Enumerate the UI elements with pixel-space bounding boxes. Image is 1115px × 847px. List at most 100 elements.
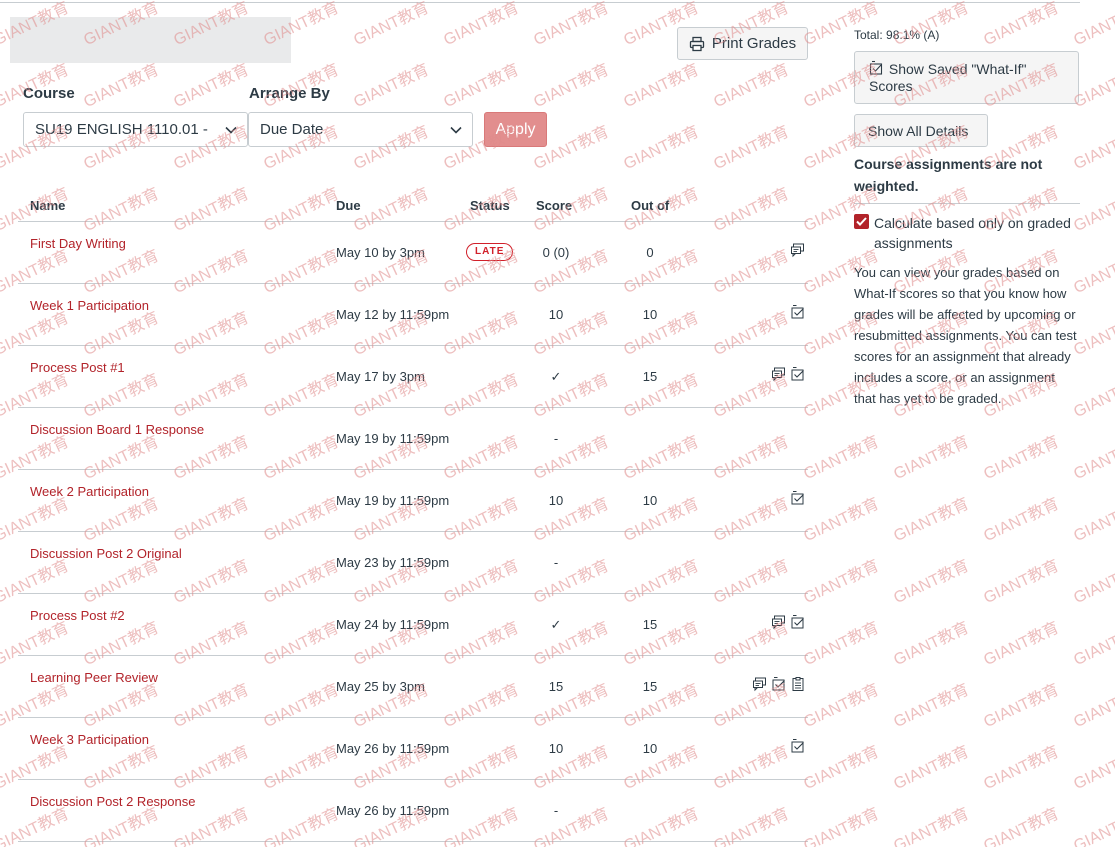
table-row: Week 3 Participation May 26 by 11:59pm 10 1… <box>18 718 808 780</box>
watermark-text: GIANT教育 <box>801 619 882 670</box>
sidebar-divider <box>854 203 1080 204</box>
watermark-text: GIANT教育 <box>981 743 1062 794</box>
watermark-text: GIANT教育 <box>441 61 522 112</box>
assignment-link[interactable]: Process Post #2 <box>30 608 125 623</box>
arrange-by-label: Arrange By <box>249 85 330 102</box>
row-icons <box>724 738 806 756</box>
whatif-icon[interactable] <box>790 490 806 506</box>
show-all-details-button[interactable]: Show All Details <box>854 114 988 147</box>
due-date: May 17 by 3pm <box>336 369 425 384</box>
whatif-info-text: You can view your grades based on What-I… <box>854 265 1077 406</box>
watermark-text: GIANT教育 <box>981 681 1062 732</box>
watermark-text: GIANT教育 <box>621 123 702 174</box>
comment-icon[interactable] <box>752 676 768 692</box>
table-row: Process Post #1 May 17 by 3pm ✓ 15 <box>18 346 808 408</box>
chevron-down-icon <box>224 123 238 141</box>
table-header: Name Due Status Score Out of <box>18 194 808 222</box>
rubric-icon[interactable] <box>790 676 806 692</box>
watermark-text: GIANT教育 <box>801 495 882 546</box>
whatif-icon[interactable] <box>771 676 787 692</box>
score-value[interactable]: ✓ <box>538 369 574 385</box>
score-value[interactable]: ✓ <box>538 617 574 633</box>
score-value[interactable]: 10 <box>538 741 574 756</box>
comment-icon[interactable] <box>790 242 806 258</box>
out-of-value: 15 <box>642 679 658 694</box>
assignment-link[interactable]: Process Post #1 <box>30 360 125 375</box>
watermark-text: GIANT教育 <box>351 61 432 112</box>
due-date: May 24 by 11:59pm <box>336 617 450 632</box>
show-whatif-label: Show Saved "What-If" Scores <box>869 61 1027 94</box>
score-value[interactable]: 10 <box>538 307 574 322</box>
due-date: May 12 by 11:59pm <box>336 307 450 322</box>
header-status[interactable]: Status <box>470 198 510 213</box>
out-of-value: 10 <box>642 741 658 756</box>
watermark-text: GIANT教育 <box>711 123 792 174</box>
status-cell: LATE <box>466 242 514 261</box>
score-value[interactable]: 0 (0) <box>538 245 574 260</box>
watermark-text: GIANT教育 <box>1071 557 1115 608</box>
out-of-value: 0 <box>646 245 654 260</box>
table-row: Week 1 Participation May 12 by 11:59pm 10 1… <box>18 284 808 346</box>
watermark-text: GIANT教育 <box>891 557 972 608</box>
score-value[interactable]: - <box>538 555 574 570</box>
assignment-link[interactable]: Discussion Post 2 Original <box>30 546 182 561</box>
watermark-text: GIANT教育 <box>621 61 702 112</box>
print-grades-button[interactable]: Print Grades <box>677 27 808 60</box>
header-name[interactable]: Name <box>30 198 65 213</box>
watermark-text: GIANT教育 <box>801 0 882 50</box>
score-value[interactable]: 15 <box>538 679 574 694</box>
watermark-text: GIANT教育 <box>1071 433 1115 484</box>
whatif-icon[interactable] <box>790 366 806 382</box>
grades-table: Name Due Status Score Out of First Day W… <box>18 194 808 842</box>
assignment-link[interactable]: Discussion Post 2 Response <box>30 794 195 809</box>
check-icon <box>856 217 867 226</box>
header-score[interactable]: Score <box>536 198 572 213</box>
graded-only-checkbox[interactable] <box>854 214 869 229</box>
row-icons <box>724 800 806 818</box>
watermark-text: GIANT教育 <box>531 61 612 112</box>
watermark-text: GIANT教育 <box>1071 123 1115 174</box>
table-row: Discussion Post 2 Original May 23 by 11:5… <box>18 532 808 594</box>
score-value[interactable]: - <box>538 431 574 446</box>
row-icons <box>724 676 806 694</box>
comment-icon[interactable] <box>771 366 787 382</box>
watermark-text: GIANT教育 <box>531 0 612 50</box>
whatif-icon[interactable] <box>790 614 806 630</box>
apply-button[interactable]: Apply <box>484 112 547 147</box>
arrange-by-value: Due Date <box>260 121 324 138</box>
show-whatif-scores-button[interactable]: Show Saved "What-If" Scores <box>854 51 1079 104</box>
watermark-text: GIANT教育 <box>801 557 882 608</box>
assignment-link[interactable]: Week 2 Participation <box>30 484 149 499</box>
score-value[interactable]: - <box>538 803 574 818</box>
watermark-text: GIANT教育 <box>1071 185 1115 236</box>
table-row: Week 2 Participation May 19 by 11:59pm 10 1… <box>18 470 808 532</box>
assignment-link[interactable]: First Day Writing <box>30 236 126 251</box>
out-of-value: 15 <box>642 617 658 632</box>
whatif-icon[interactable] <box>790 304 806 320</box>
watermark-text: GIANT教育 <box>891 495 972 546</box>
weighting-note: Course assignments are not weighted. <box>854 156 1043 194</box>
header-due[interactable]: Due <box>336 198 361 213</box>
watermark-text: GIANT教育 <box>81 61 162 112</box>
header-out-of[interactable]: Out of <box>631 198 669 213</box>
watermark-text: GIANT教育 <box>801 743 882 794</box>
watermark-text: GIANT教育 <box>891 743 972 794</box>
table-row: Discussion Board 1 Response May 19 by 11:… <box>18 408 808 470</box>
printer-icon <box>689 36 705 52</box>
assignment-link[interactable]: Discussion Board 1 Response <box>30 422 204 437</box>
arrange-by-select[interactable]: Due Date <box>248 112 473 147</box>
graded-only-label[interactable]: Calculate based only on graded assignmen… <box>874 213 1074 253</box>
watermark-text: GIANT教育 <box>441 0 522 50</box>
whatif-icon[interactable] <box>790 738 806 754</box>
assignment-link[interactable]: Learning Peer Review <box>30 670 158 685</box>
comment-icon[interactable] <box>771 614 787 630</box>
due-date: May 23 by 11:59pm <box>336 555 450 570</box>
watermark-text: GIANT教育 <box>981 495 1062 546</box>
out-of-value: 15 <box>642 369 658 384</box>
course-select[interactable]: SU19 ENGLISH 1110.01 - <box>23 112 248 147</box>
out-of-value: 10 <box>642 493 658 508</box>
score-value[interactable]: 10 <box>538 493 574 508</box>
assignment-link[interactable]: Week 1 Participation <box>30 298 149 313</box>
table-row: First Day Writing May 10 by 3pm LATE 0 (0) 0 <box>18 222 808 284</box>
assignment-link[interactable]: Week 3 Participation <box>30 732 149 747</box>
